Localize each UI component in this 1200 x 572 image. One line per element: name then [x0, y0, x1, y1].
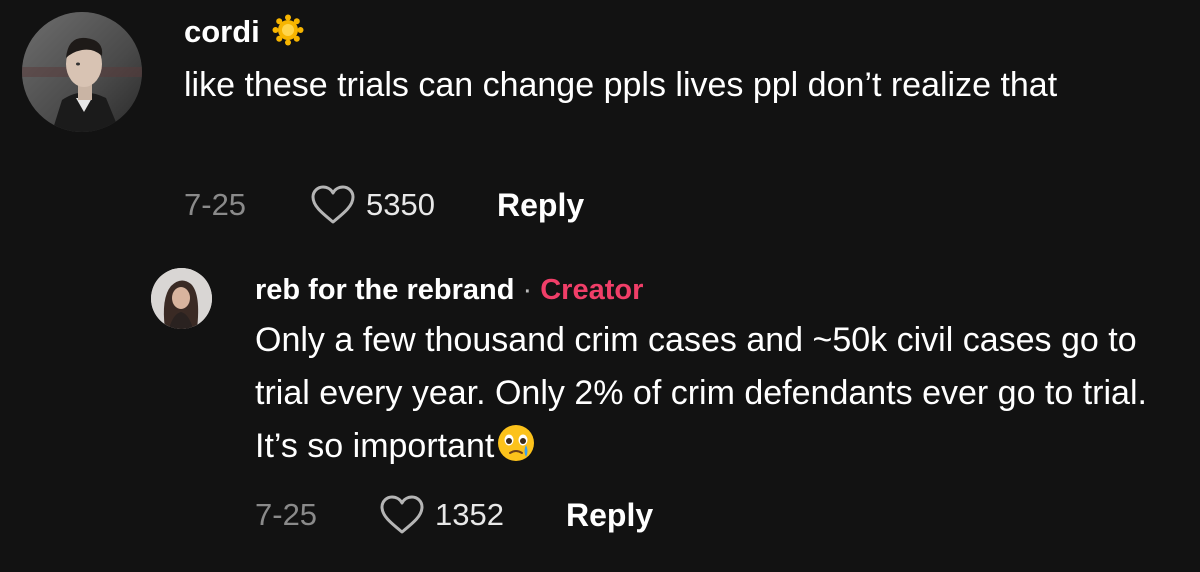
comment-body: cordi like these trials can change ppls … [184, 12, 1192, 112]
separator: · [514, 274, 541, 306]
sun-badge-icon [272, 14, 304, 46]
creator-badge: Creator [540, 274, 644, 306]
comment-actions: 7-25 5350 Reply [184, 184, 584, 226]
avatar[interactable] [22, 12, 142, 132]
like-count: 5350 [366, 187, 436, 222]
reply-like-count: 1352 [435, 497, 505, 532]
reply-text-container: Only a few thousand crim cases and ~50k … [255, 314, 1185, 473]
username[interactable]: cordi [184, 12, 260, 52]
comment-text: like these trials can change ppls lives … [184, 66, 1058, 104]
reply-button[interactable]: Reply [497, 187, 584, 224]
comment-date: 7-25 [184, 187, 247, 222]
avatar-image [151, 268, 212, 329]
crying-face-emoji [498, 425, 535, 461]
reply-date: 7-25 [255, 497, 318, 532]
like-button[interactable]: 5350 [310, 184, 435, 226]
reply-actions: 7-25 1352 Reply [255, 494, 653, 536]
reply-like-button[interactable]: 1352 [379, 494, 504, 536]
avatar-image [22, 12, 142, 132]
heart-icon [311, 185, 355, 224]
heart-icon [380, 495, 424, 534]
reply-text: Only a few thousand crim cases and ~50k … [255, 321, 1147, 465]
reply-reply-button[interactable]: Reply [566, 497, 653, 534]
reply-avatar[interactable] [151, 268, 212, 329]
reply-body: reb for the rebrand · Creator Only a few… [255, 268, 1185, 473]
reply-username[interactable]: reb for the rebrand [255, 274, 514, 306]
